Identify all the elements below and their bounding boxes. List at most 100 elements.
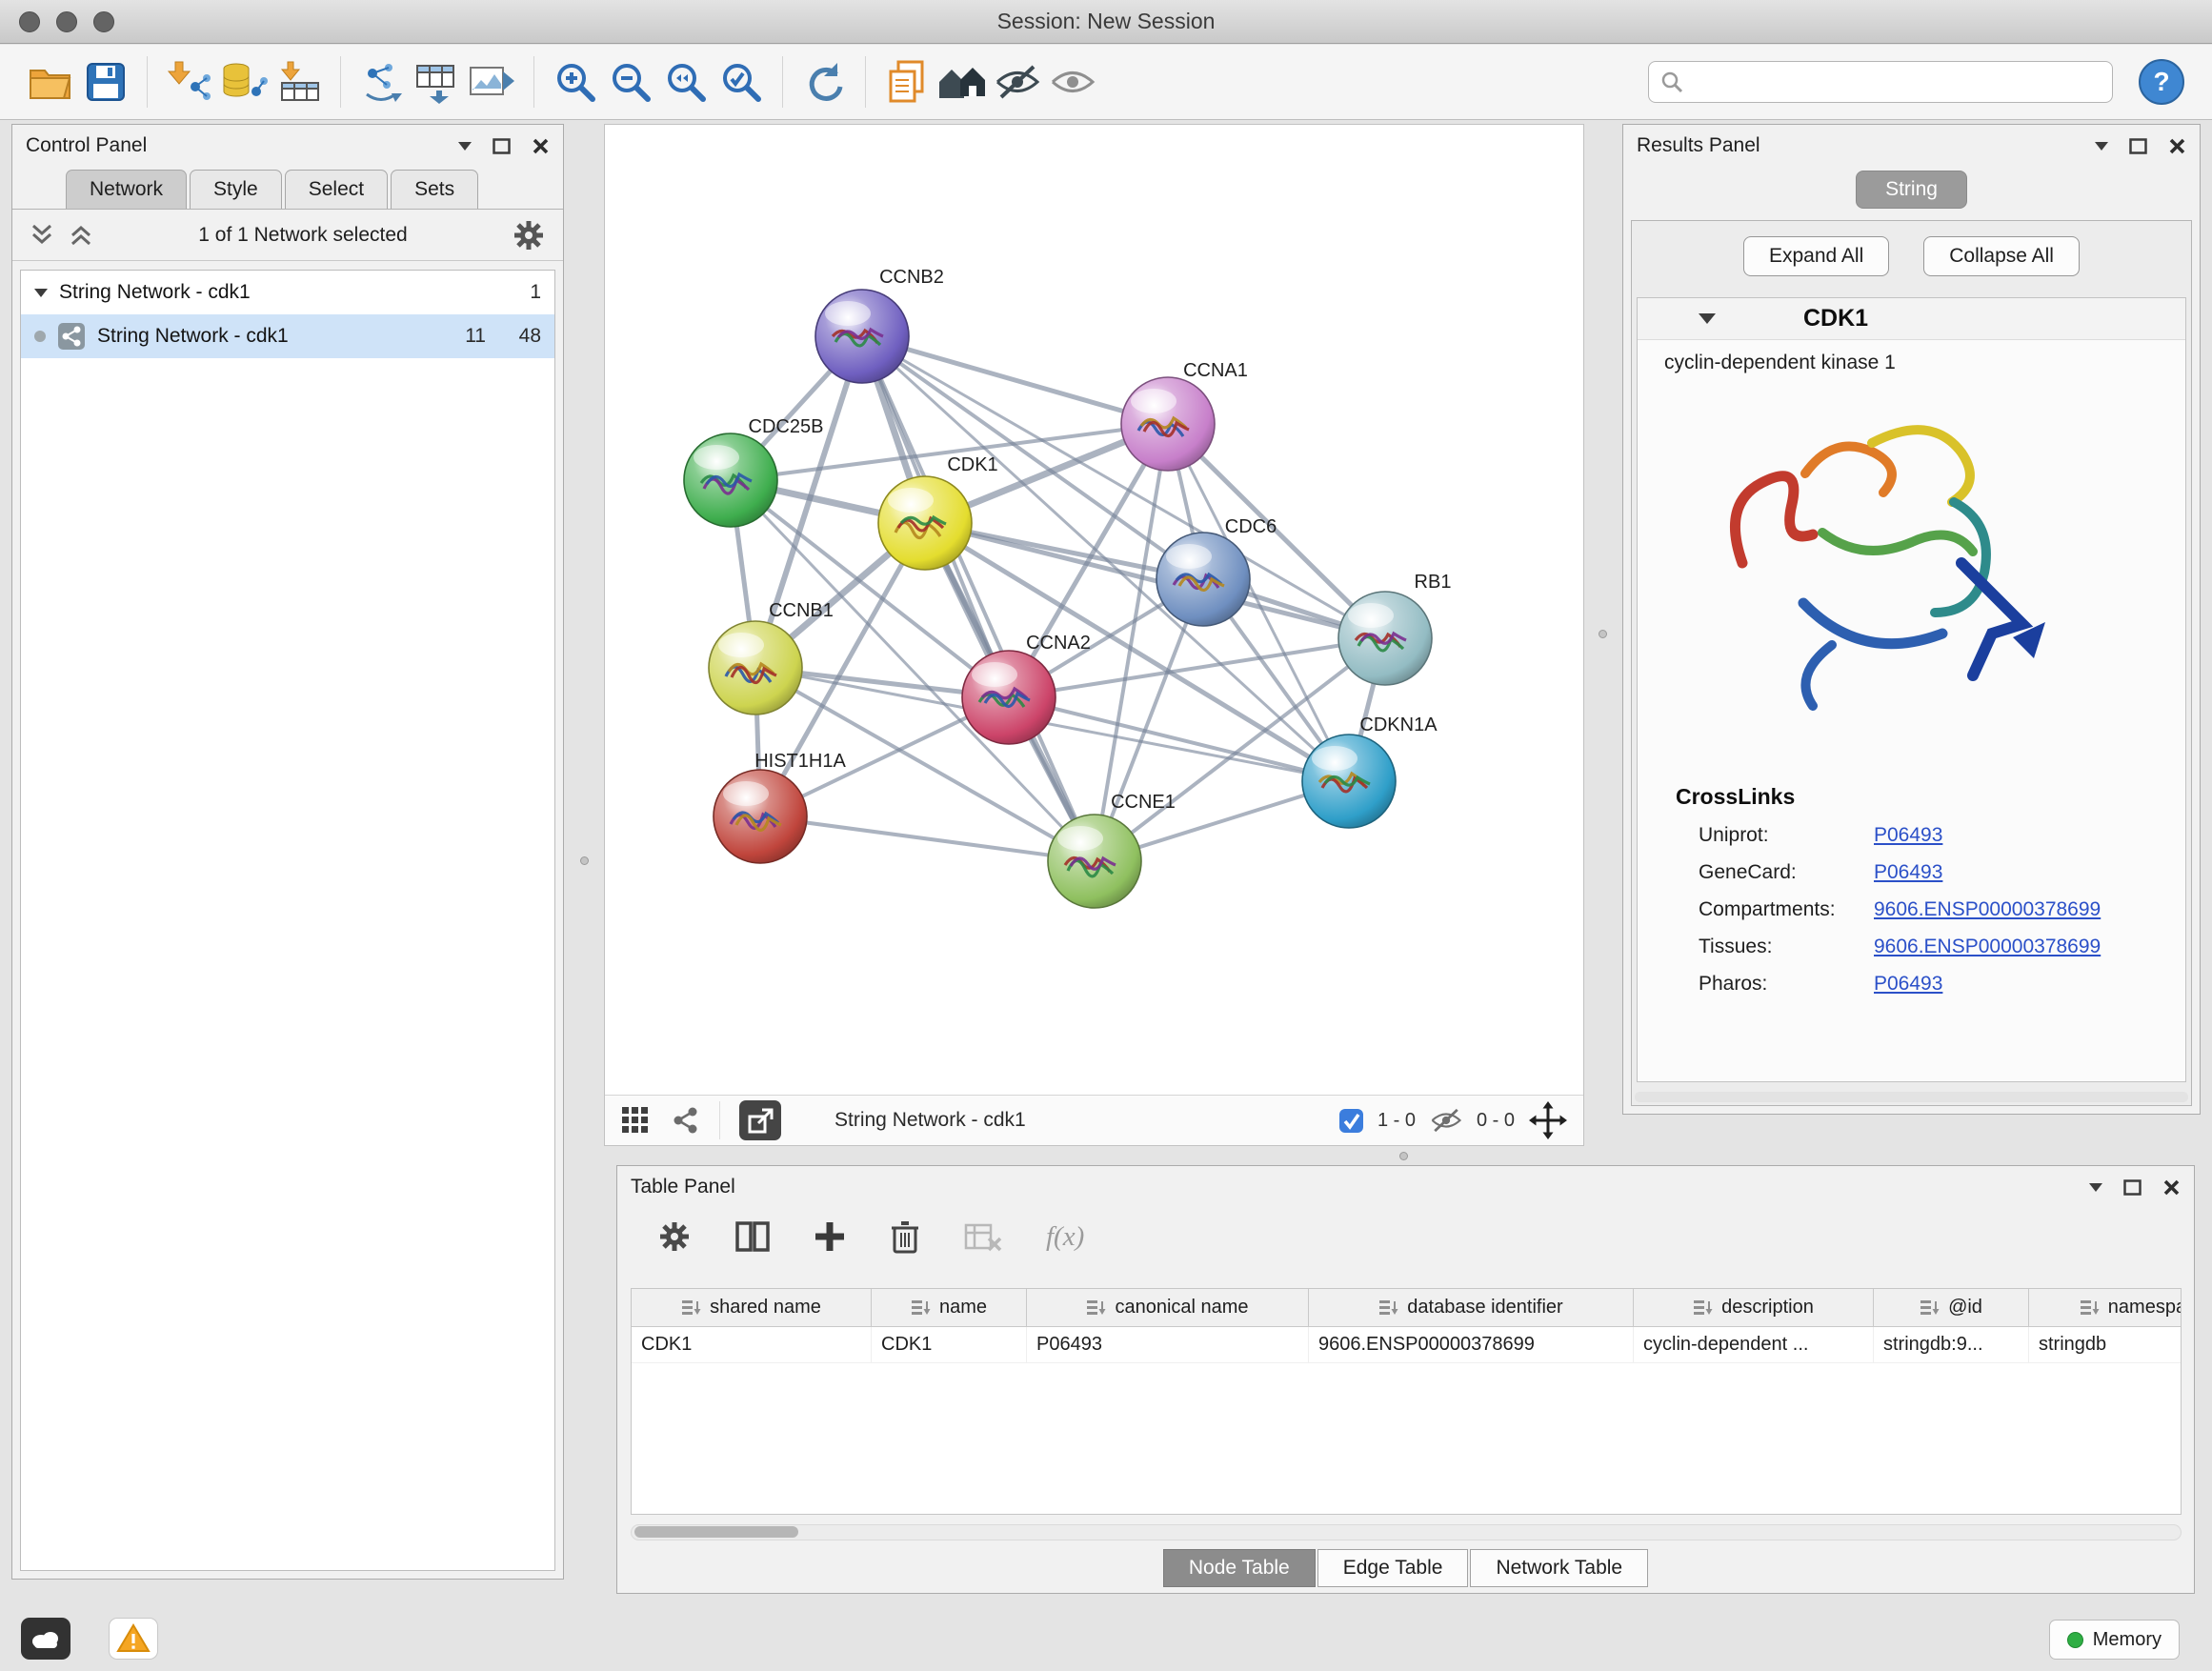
export-network-button[interactable] [739,1100,781,1140]
table-cell[interactable]: CDK1 [632,1327,872,1362]
collapse-all-icon[interactable] [30,222,55,248]
control-tab-sets[interactable]: Sets [391,170,478,209]
float-panel-icon[interactable] [493,138,511,154]
network-node-CCNB1[interactable] [709,621,802,715]
expand-all-icon[interactable] [69,222,94,248]
cloud-status-button[interactable] [21,1618,70,1660]
panel-menu-caret-icon[interactable] [2089,1183,2102,1192]
zoom-in-button[interactable] [548,53,603,111]
gear-icon[interactable] [512,218,546,252]
column-header-shared-name[interactable]: shared name [632,1289,872,1326]
left-splitter-handle[interactable] [580,856,589,865]
help-button[interactable]: ? [2134,53,2189,111]
network-node-RB1[interactable] [1338,592,1432,685]
delete-column-trash-icon[interactable] [890,1219,920,1254]
right-splitter-handle[interactable] [1599,630,1607,638]
export-image-button[interactable] [465,53,520,111]
close-panel-icon[interactable] [532,137,550,155]
control-tab-network[interactable]: Network [66,170,187,209]
tree-expand-caret-icon[interactable] [34,289,48,297]
add-column-plus-icon[interactable] [814,1220,846,1253]
table-cell[interactable]: CDK1 [872,1327,1027,1362]
network-node-CCNE1[interactable] [1048,815,1141,908]
network-node-CCNA2[interactable] [962,651,1056,744]
column-header-description[interactable]: description [1634,1289,1874,1326]
crosslink-link[interactable]: P06493 [1874,861,1942,884]
close-panel-icon[interactable] [2168,137,2186,155]
toolbar-separator [782,56,783,108]
column-header-name[interactable]: name [872,1289,1027,1326]
refresh-view-button[interactable] [796,53,852,111]
table-row[interactable]: CDK1CDK1P064939606.ENSP00000378699cyclin… [632,1327,2181,1363]
save-session-button[interactable] [78,53,133,111]
close-panel-icon[interactable] [2162,1178,2181,1197]
clipboard-document-button[interactable] [879,53,935,111]
open-session-button[interactable] [23,53,78,111]
control-tab-style[interactable]: Style [190,170,282,209]
crosslink-link[interactable]: P06493 [1874,824,1942,847]
panel-menu-caret-icon[interactable] [2095,142,2108,151]
table-cell[interactable]: P06493 [1027,1327,1309,1362]
crosslink-link[interactable]: 9606.ENSP00000378699 [1874,898,2101,921]
collapse-all-button[interactable]: Collapse All [1923,236,2080,276]
search-input[interactable] [1691,71,2101,93]
function-builder-button[interactable]: f(x) [1046,1221,1084,1253]
show-columns-icon[interactable] [735,1221,770,1252]
table-cell[interactable]: stringdb:9... [1874,1327,2029,1362]
column-header-namespace[interactable]: namespace [2029,1289,2182,1326]
float-panel-icon[interactable] [2123,1179,2142,1196]
network-canvas[interactable]: CCNB2CCNA1CDC25BCDK1CDC6RB1CCNB1CCNA2CDK… [605,125,1583,1095]
scrollbar-thumb[interactable] [634,1526,798,1538]
zoom-out-button[interactable] [603,53,658,111]
network-node-CCNB2[interactable] [815,290,909,383]
results-scrollbar[interactable] [1635,1092,2188,1102]
network-node-HIST1H1A[interactable] [714,770,807,863]
tab-node-table[interactable]: Node Table [1163,1549,1316,1587]
tab-edge-table[interactable]: Edge Table [1317,1549,1469,1587]
bottom-splitter-handle[interactable] [1399,1152,1408,1160]
table-cell[interactable]: cyclin-dependent ... [1634,1327,1874,1362]
network-node-CDC6[interactable] [1156,533,1250,626]
table-cell[interactable]: stringdb [2029,1327,2182,1362]
warnings-button[interactable] [109,1618,158,1660]
table-cell[interactable]: 9606.ENSP00000378699 [1309,1327,1634,1362]
selected-nodes-checkbox-icon[interactable] [1338,1108,1364,1134]
tab-string[interactable]: String [1856,171,1967,209]
tab-network-table[interactable]: Network Table [1470,1549,1648,1587]
clone-network-button[interactable] [354,53,410,111]
network-row-selected[interactable]: String Network - cdk1 11 48 [21,314,554,358]
table-horizontal-scrollbar[interactable] [631,1524,2182,1540]
network-node-CDKN1A[interactable] [1302,735,1396,828]
zoom-fit-button[interactable] [658,53,714,111]
home-button[interactable] [935,53,990,111]
pan-crosshair-icon[interactable] [1528,1100,1568,1140]
network-node-CCNA1[interactable] [1121,377,1215,471]
section-collapse-caret-icon[interactable] [1699,313,1716,324]
show-all-button[interactable] [1045,53,1100,111]
network-node-CDC25B[interactable] [684,433,777,527]
import-network-from-database-button[interactable] [216,53,271,111]
zoom-selected-button[interactable] [714,53,769,111]
table-settings-gear-icon[interactable] [657,1219,692,1254]
grid-view-icon[interactable] [620,1105,651,1136]
column-header-canonical-name[interactable]: canonical name [1027,1289,1309,1326]
hidden-eye-slash-icon[interactable] [1429,1107,1463,1134]
control-tab-select[interactable]: Select [285,170,388,209]
new-table-button[interactable] [410,53,465,111]
crosslink-link[interactable]: P06493 [1874,973,1942,996]
crosslink-link[interactable]: 9606.ENSP00000378699 [1874,936,2101,958]
memory-button[interactable]: Memory [2049,1620,2180,1660]
network-overview-icon[interactable] [670,1105,700,1136]
network-node-CDK1[interactable] [878,476,972,570]
network-collection-row[interactable]: String Network - cdk1 1 [21,271,554,314]
panel-menu-caret-icon[interactable] [458,142,472,151]
column-header--id[interactable]: @id [1874,1289,2029,1326]
hide-selected-button[interactable] [990,53,1045,111]
import-table-from-file-button[interactable] [271,53,327,111]
search-field[interactable] [1648,61,2113,103]
float-panel-icon[interactable] [2129,138,2147,154]
protein-section-header[interactable]: CDK1 [1638,298,2185,340]
expand-all-button[interactable]: Expand All [1743,236,1889,276]
import-network-from-file-button[interactable] [161,53,216,111]
column-header-database-identifier[interactable]: database identifier [1309,1289,1634,1326]
